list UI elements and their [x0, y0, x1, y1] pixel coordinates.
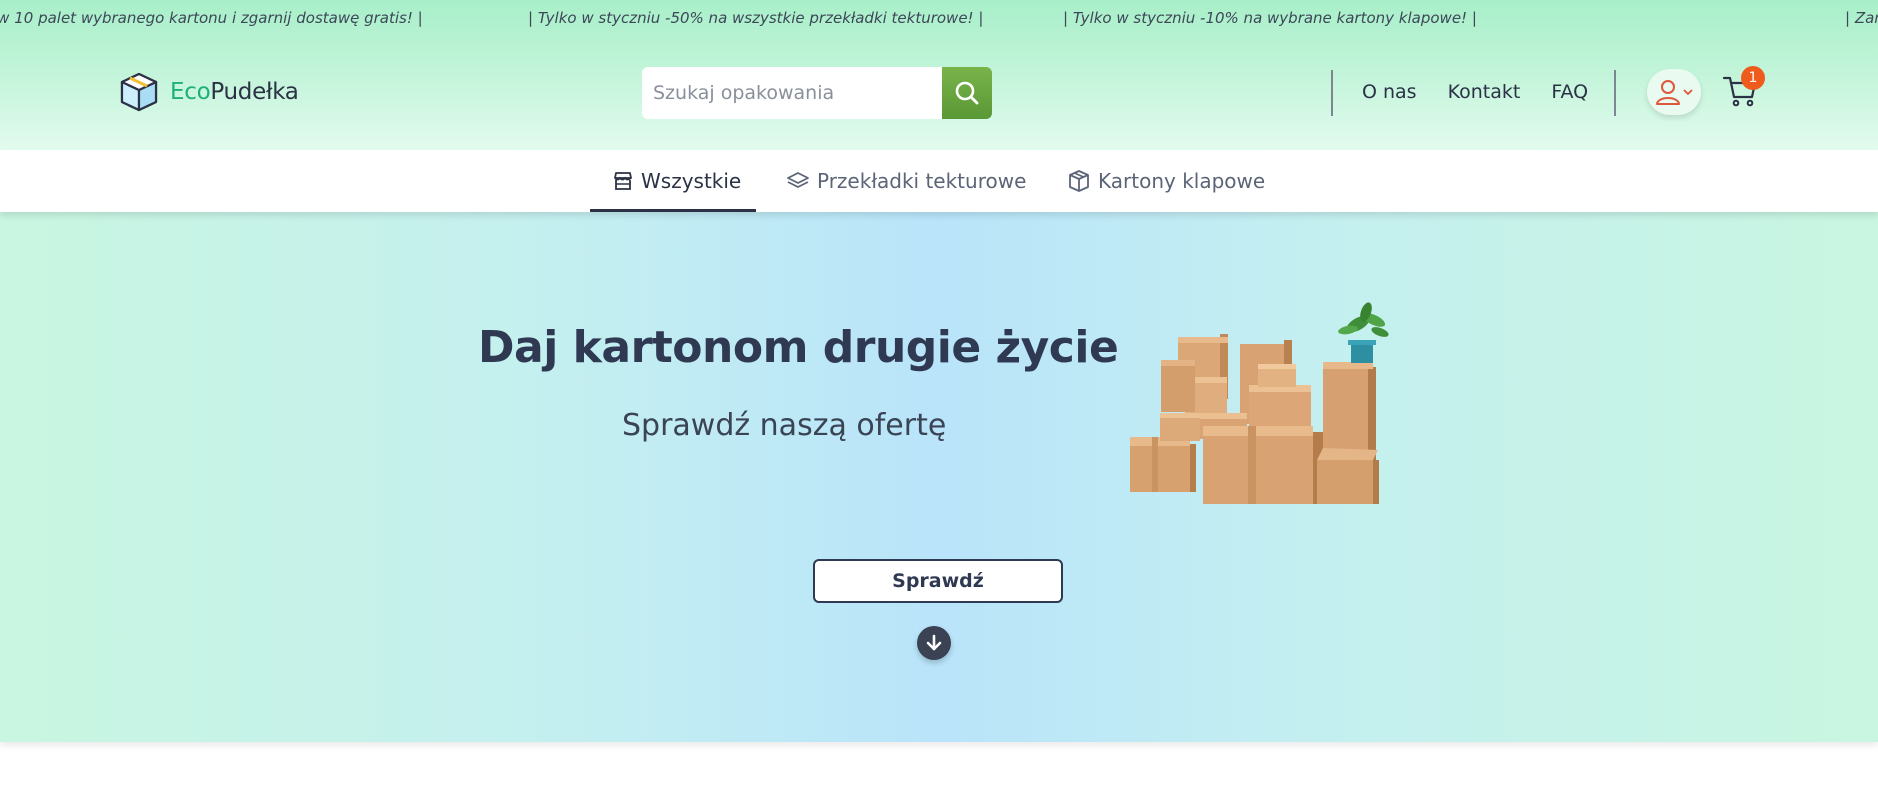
ticker-item: | Zam	[1845, 9, 1878, 27]
nav-link-faq[interactable]: FAQ	[1551, 81, 1588, 103]
search-input[interactable]	[642, 67, 942, 119]
hero-banner: Daj kartonom drugie życie Sprawdź naszą …	[0, 212, 1878, 742]
tab-label: Przekładki tekturowe	[817, 169, 1027, 193]
layers-icon	[787, 172, 809, 188]
category-tabs: Wszystkie Przekładki tekturowe Kartony k…	[0, 150, 1878, 212]
user-icon	[1656, 80, 1680, 105]
header-divider	[1331, 70, 1333, 116]
ticker-item: | Tylko w styczniu -10% na wybrane karto…	[1063, 9, 1477, 27]
cardboard-boxes-image	[1130, 302, 1389, 504]
search-bar	[642, 67, 992, 119]
active-tab-indicator	[590, 209, 756, 212]
hero-subtitle: Sprawdź naszą ofertę	[622, 408, 947, 443]
cart-count-badge: 1	[1741, 66, 1765, 90]
tab-label: Kartony klapowe	[1098, 169, 1266, 193]
header-divider	[1614, 70, 1616, 116]
box-icon	[1069, 170, 1089, 192]
check-offer-button[interactable]: Sprawdź	[813, 559, 1063, 603]
search-icon	[955, 81, 979, 105]
chevron-down-icon	[1683, 89, 1693, 96]
search-button[interactable]	[942, 67, 992, 119]
tab-cardboard-dividers[interactable]: Przekładki tekturowe	[786, 150, 1026, 212]
ticker-item: | Tylko w styczniu -50% na wszystkie prz…	[528, 9, 984, 27]
tab-flap-boxes[interactable]: Kartony klapowe	[1067, 150, 1265, 212]
site-logo[interactable]: EcoPudełka	[118, 70, 299, 114]
logo-text: EcoPudełka	[170, 79, 299, 105]
logo-eco: Eco	[170, 79, 211, 105]
arrow-down-icon	[926, 634, 942, 651]
scroll-down-button[interactable]	[917, 626, 951, 660]
hero-title: Daj kartonom drugie życie	[478, 322, 1119, 373]
nav-link-contact[interactable]: Kontakt	[1448, 81, 1521, 103]
promo-ticker: ów 10 palet wybranego kartonu i zgarnij …	[0, 0, 1878, 36]
logo-brand: Pudełka	[210, 79, 299, 105]
nav-link-about[interactable]: O nas	[1362, 81, 1417, 103]
store-icon	[614, 172, 632, 190]
box-logo-icon	[120, 72, 158, 112]
tab-all[interactable]: Wszystkie	[612, 150, 741, 212]
account-button[interactable]	[1647, 69, 1701, 115]
ticker-item: ów 10 palet wybranego kartonu i zgarnij …	[0, 9, 423, 27]
header-nav: O nas Kontakt FAQ	[1362, 81, 1588, 103]
tab-label: Wszystkie	[641, 169, 742, 193]
